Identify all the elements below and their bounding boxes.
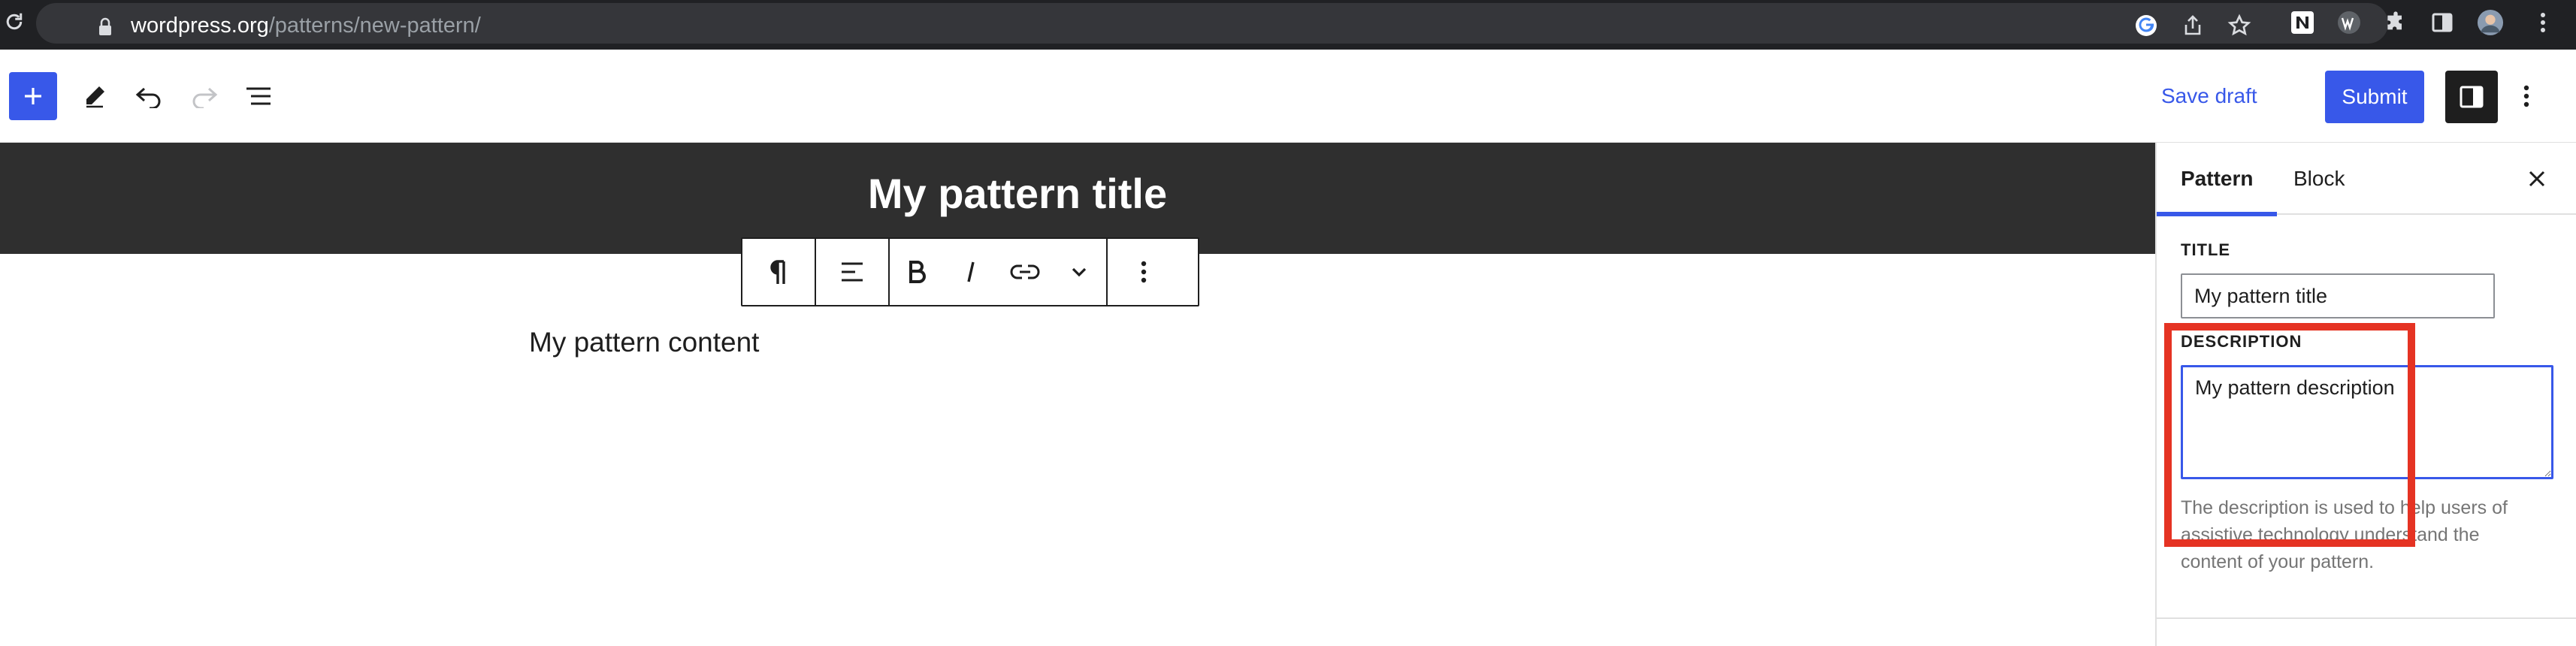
extension-w-icon[interactable] (2336, 9, 2363, 36)
more-rich-text-button[interactable] (1052, 239, 1106, 305)
undo-icon (135, 87, 161, 108)
google-icon[interactable] (2133, 12, 2160, 39)
submit-button[interactable]: Submit (2325, 71, 2424, 123)
profile-avatar[interactable] (2477, 9, 2504, 36)
formatting-group (890, 239, 1108, 305)
close-icon (2529, 171, 2545, 187)
redo-button[interactable] (180, 72, 228, 120)
sidebar-tabs: Pattern Block (2157, 143, 2576, 216)
save-draft-button[interactable]: Save draft (2151, 72, 2268, 120)
list-view-icon (246, 87, 271, 105)
sidebar-toggle-icon (2460, 86, 2484, 108)
extension-n-icon[interactable] (2289, 9, 2316, 36)
star-icon[interactable] (2226, 12, 2253, 39)
title-field[interactable] (2181, 273, 2495, 318)
editor-header: Save draft Submit (0, 50, 2576, 143)
italic-button[interactable] (944, 239, 998, 305)
italic-icon (967, 261, 975, 282)
lock-icon[interactable] (98, 17, 113, 37)
paragraph-icon (770, 260, 785, 284)
tools-button[interactable] (71, 72, 119, 120)
block-options-button[interactable] (1108, 239, 1180, 305)
alignment-group (816, 239, 890, 305)
url-path: /patterns/new-pattern/ (268, 14, 481, 38)
link-button[interactable] (998, 239, 1052, 305)
close-sidebar-button[interactable] (2519, 161, 2555, 197)
block-inserter-button[interactable] (9, 72, 57, 120)
address-bar[interactable]: wordpress.org/patterns/new-pattern/ (36, 3, 2388, 44)
bold-button[interactable] (890, 239, 944, 305)
share-icon[interactable] (2179, 12, 2206, 39)
list-view-button[interactable] (234, 72, 283, 120)
highlight-box (2164, 323, 2415, 547)
chevron-down-icon (1072, 267, 1087, 277)
pattern-content-paragraph[interactable]: My pattern content (529, 326, 759, 359)
plus-icon (25, 88, 41, 104)
side-panel-icon[interactable] (2429, 9, 2456, 36)
sidebar-divider (2157, 617, 2576, 619)
browser-toolbar: wordpress.org/patterns/new-pattern/ (0, 0, 2576, 50)
url-text[interactable]: wordpress.org/patterns/new-pattern/ (131, 12, 481, 39)
align-button[interactable] (816, 239, 888, 305)
link-icon (1010, 264, 1040, 279)
undo-button[interactable] (125, 72, 173, 120)
pattern-title-heading[interactable]: My pattern title (0, 170, 2035, 218)
puzzle-icon[interactable] (2382, 9, 2409, 36)
settings-toggle-button[interactable] (2445, 71, 2498, 123)
block-type-group (742, 239, 816, 305)
title-label: TITLE (2181, 240, 2231, 259)
block-toolbar (741, 237, 1199, 306)
editor-canvas: My pattern title My pattern content (0, 143, 2155, 646)
tab-block[interactable]: Block (2269, 143, 2369, 215)
more-options-group (1108, 239, 1180, 305)
options-button[interactable] (2502, 72, 2550, 120)
redo-icon (192, 87, 218, 108)
url-domain: wordpress.org (131, 14, 269, 38)
reload-icon[interactable] (3, 11, 26, 33)
block-type-button[interactable] (742, 239, 815, 305)
kebab-icon[interactable] (2529, 9, 2556, 36)
pencil-icon (86, 86, 104, 108)
tab-pattern[interactable]: Pattern (2157, 143, 2278, 216)
bold-icon (909, 261, 926, 283)
align-left-icon (842, 262, 863, 282)
options-icon (2523, 85, 2529, 107)
more-options-icon (1141, 261, 1147, 283)
